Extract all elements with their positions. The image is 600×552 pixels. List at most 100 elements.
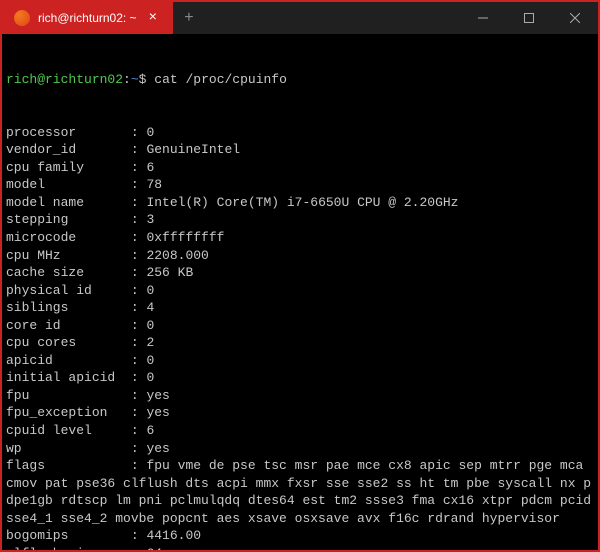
command-text: cat /proc/cpuinfo — [154, 72, 287, 87]
cpuinfo-value: 3 — [146, 212, 154, 227]
cpuinfo-value: 0 — [146, 125, 154, 140]
cpuinfo-row: physical id : 0 — [6, 282, 594, 300]
cpuinfo-row: fpu : yes — [6, 387, 594, 405]
cpuinfo-row: vendor_id : GenuineIntel — [6, 141, 594, 159]
title-bar: rich@richturn02: ~ × + — [2, 2, 598, 34]
cpuinfo-value: 6 — [146, 160, 154, 175]
cpuinfo-key: flags — [6, 458, 131, 473]
colon: : — [131, 160, 147, 175]
maximize-button[interactable] — [506, 2, 552, 34]
cpuinfo-row: stepping : 3 — [6, 211, 594, 229]
cpuinfo-value: 4 — [146, 300, 154, 315]
minimize-button[interactable] — [460, 2, 506, 34]
cpuinfo-row: model name : Intel(R) Core(TM) i7-6650U … — [6, 194, 594, 212]
cpuinfo-key: physical id — [6, 283, 131, 298]
colon: : — [131, 177, 147, 192]
terminal-body[interactable]: rich@richturn02:~$ cat /proc/cpuinfo pro… — [2, 34, 598, 550]
cpuinfo-value: yes — [146, 388, 169, 403]
cpuinfo-row: initial apicid : 0 — [6, 369, 594, 387]
cpuinfo-key: fpu_exception — [6, 405, 131, 420]
cpuinfo-row: cpu cores : 2 — [6, 334, 594, 352]
cpuinfo-value: 2 — [146, 335, 154, 350]
cpuinfo-value: 0 — [146, 370, 154, 385]
cpuinfo-row: fpu_exception : yes — [6, 404, 594, 422]
terminal-window: rich@richturn02: ~ × + rich@richturn02:~… — [2, 2, 598, 550]
cpuinfo-value: 0 — [146, 318, 154, 333]
colon: : — [131, 353, 147, 368]
cpuinfo-key: clflush size — [6, 546, 131, 550]
cpuinfo-row: cpuid level : 6 — [6, 422, 594, 440]
cpuinfo-key: cpu family — [6, 160, 131, 175]
cpuinfo-row: model : 78 — [6, 176, 594, 194]
colon: : — [131, 125, 147, 140]
colon: : — [131, 142, 147, 157]
cpuinfo-key: fpu — [6, 388, 131, 403]
cpuinfo-key: cpuid level — [6, 423, 131, 438]
tab-active[interactable]: rich@richturn02: ~ × — [2, 2, 173, 34]
cpuinfo-row: wp : yes — [6, 440, 594, 458]
colon: : — [131, 388, 147, 403]
tab-title: rich@richturn02: ~ — [38, 11, 137, 25]
cpuinfo-value: yes — [146, 441, 169, 456]
cpuinfo-key: cpu cores — [6, 335, 131, 350]
cpuinfo-key: processor — [6, 125, 131, 140]
cpuinfo-value: 0 — [146, 353, 154, 368]
colon: : — [131, 335, 147, 350]
colon: : — [131, 265, 147, 280]
cpuinfo-row: core id : 0 — [6, 317, 594, 335]
cpuinfo-value: 6 — [146, 423, 154, 438]
cpuinfo-key: model — [6, 177, 131, 192]
colon: : — [131, 441, 147, 456]
cpuinfo-value: 256 KB — [146, 265, 193, 280]
cpuinfo-key: vendor_id — [6, 142, 131, 157]
cpuinfo-value: GenuineIntel — [146, 142, 240, 157]
cpuinfo-value: 0xffffffff — [146, 230, 224, 245]
colon: : — [131, 528, 147, 543]
cpuinfo-block-0: processor : 0vendor_id : GenuineIntelcpu… — [6, 124, 594, 550]
cpuinfo-key: apicid — [6, 353, 131, 368]
close-tab-icon[interactable]: × — [145, 10, 161, 26]
colon: : — [131, 370, 147, 385]
colon: : — [131, 546, 147, 550]
ubuntu-icon — [14, 10, 30, 26]
colon: : — [131, 300, 147, 315]
cpuinfo-key: initial apicid — [6, 370, 131, 385]
prompt-line: rich@richturn02:~$ cat /proc/cpuinfo — [6, 71, 594, 89]
cpuinfo-key: core id — [6, 318, 131, 333]
cpuinfo-row: clflush size : 64 — [6, 545, 594, 550]
colon: : — [131, 458, 147, 473]
cpuinfo-key: stepping — [6, 212, 131, 227]
colon: : — [131, 283, 147, 298]
colon: : — [131, 423, 147, 438]
colon: : — [131, 405, 147, 420]
colon: : — [131, 248, 147, 263]
prompt-path: ~ — [131, 72, 139, 87]
prompt-user-host: rich@richturn02 — [6, 72, 123, 87]
cpuinfo-row: cache size : 256 KB — [6, 264, 594, 282]
cpuinfo-key: cache size — [6, 265, 131, 280]
cpuinfo-value: 4416.00 — [146, 528, 201, 543]
cpuinfo-key: cpu MHz — [6, 248, 131, 263]
cpuinfo-value: 78 — [146, 177, 162, 192]
cpuinfo-key: siblings — [6, 300, 131, 315]
cpuinfo-row: microcode : 0xffffffff — [6, 229, 594, 247]
colon: : — [131, 230, 147, 245]
colon: : — [131, 195, 147, 210]
cpuinfo-row: bogomips : 4416.00 — [6, 527, 594, 545]
colon: : — [131, 318, 147, 333]
cpuinfo-key: microcode — [6, 230, 131, 245]
cpuinfo-value: yes — [146, 405, 169, 420]
close-window-button[interactable] — [552, 2, 598, 34]
cpuinfo-row: cpu family : 6 — [6, 159, 594, 177]
cpuinfo-key: bogomips — [6, 528, 131, 543]
cpuinfo-row: cpu MHz : 2208.000 — [6, 247, 594, 265]
new-tab-button[interactable]: + — [173, 2, 205, 34]
cpuinfo-value: Intel(R) Core(TM) i7-6650U CPU @ 2.20GHz — [146, 195, 458, 210]
cpuinfo-key: wp — [6, 441, 131, 456]
cpuinfo-row: siblings : 4 — [6, 299, 594, 317]
cpuinfo-row: apicid : 0 — [6, 352, 594, 370]
cpuinfo-value: 2208.000 — [146, 248, 208, 263]
cpuinfo-key: model name — [6, 195, 131, 210]
cpuinfo-value: 64 — [146, 546, 162, 550]
cpuinfo-row: flags : fpu vme de pse tsc msr pae mce c… — [6, 457, 594, 527]
